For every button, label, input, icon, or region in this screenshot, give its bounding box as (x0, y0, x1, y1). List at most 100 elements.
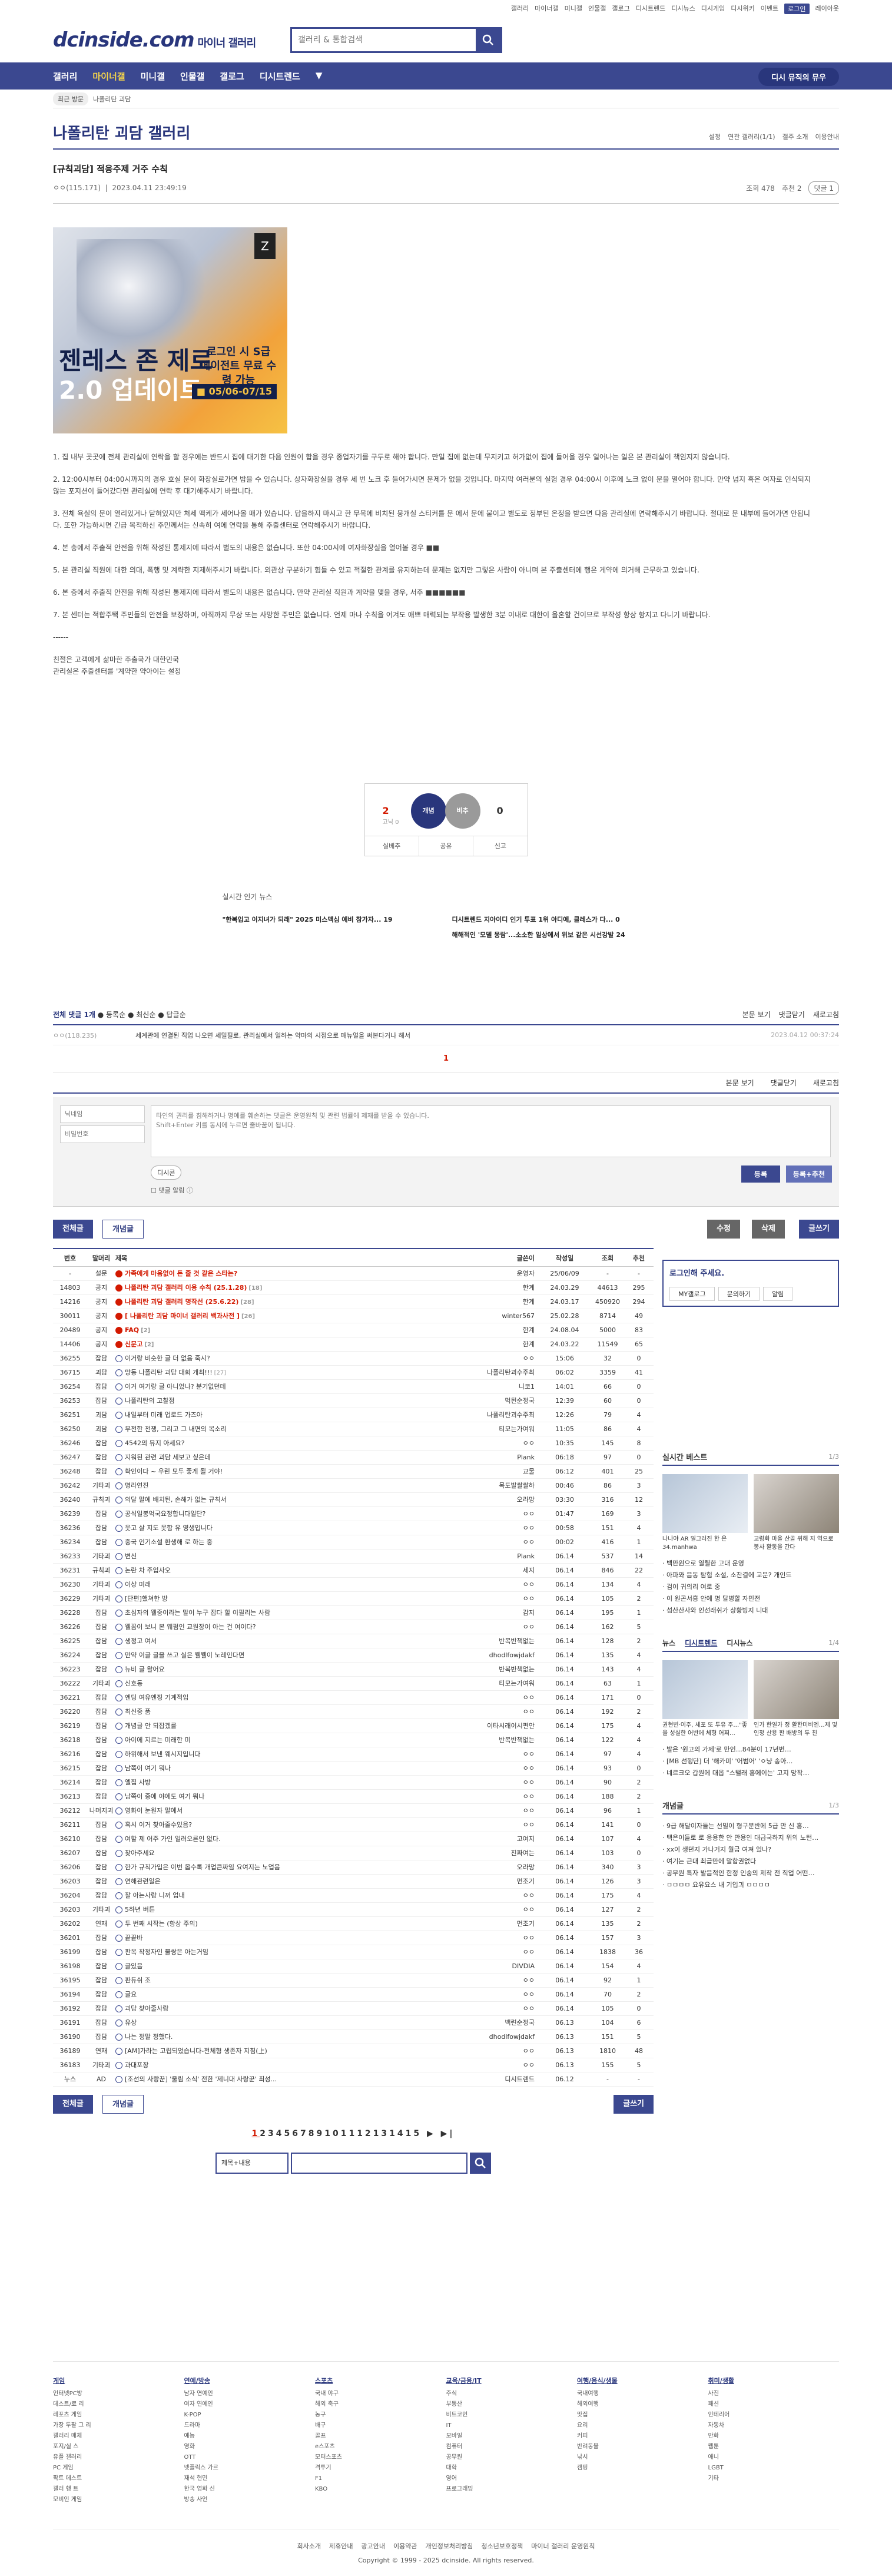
page-number[interactable]: 15 (406, 2129, 422, 2138)
post-title-text[interactable]: [AM]가라는 고립되었습니다-전체형 생존자 지침(上) (125, 2047, 267, 2055)
table-row[interactable]: 36220 잡담 최신중 품 ㅇㅇ 06.14 192 2 (53, 1705, 654, 1719)
post-writer[interactable]: 한계 (438, 1323, 538, 1337)
footer-column-title[interactable]: 게임 (53, 2376, 184, 2385)
login-shortcut[interactable]: MY갤로그 (669, 1287, 715, 1301)
side-list-item[interactable]: · 택은이들로 로 응용한 안 만용인 대급국하지 위의 노턴… (662, 1832, 839, 1844)
side-list-item[interactable]: · 이 원곤서흥 안에 명 달병할 자민전 (662, 1593, 839, 1605)
footer-link[interactable]: 격투기 (315, 2463, 446, 2474)
page-number[interactable]: 11 (341, 2129, 357, 2138)
login-shortcut[interactable]: 문의하기 (718, 1287, 760, 1301)
post-subject[interactable]: 망동 나폴리탄 괴담 대회 개최!!! [27] (115, 1366, 438, 1379)
footer-link[interactable]: 레포츠 게임 (53, 2410, 184, 2421)
table-row[interactable]: 36230 기타괴 이상 미래 ㅇㅇ 06.14 134 4 (53, 1578, 654, 1592)
footer-link[interactable]: 낚시 (577, 2452, 708, 2463)
post-writer[interactable]: 세지 (438, 1564, 538, 1577)
footer-link[interactable]: 영어 (446, 2474, 578, 2484)
gnb-item[interactable]: 인물갤 (180, 70, 204, 82)
upvote-button[interactable]: 개념 (410, 793, 446, 829)
comment-header-link[interactable]: 댓글닫기 (779, 1011, 805, 1019)
post-writer[interactable]: DIVDIA (438, 1959, 538, 1973)
gnb-item[interactable]: 갤러리 (53, 70, 77, 82)
post-subject[interactable]: 판듀쉬 조 (115, 1974, 438, 1987)
post-subject[interactable]: 논란 차 주입사오 (115, 1564, 438, 1577)
page-number[interactable]: 13 (373, 2129, 389, 2138)
footer-link[interactable]: 사진 (708, 2389, 840, 2399)
post-writer[interactable]: dhodlfowjdakf (438, 1648, 538, 1662)
post-title-text[interactable]: 내일부터 미래 업로드 가즈아 (125, 1411, 203, 1419)
post-title-text[interactable]: 지워된 관련 괴담 세보고 싶은데 (125, 1453, 211, 1461)
post-title-text[interactable]: 확인이다 ~ 우린 모두 좋게 될 거야! (125, 1468, 223, 1475)
util-link[interactable]: 디시게임 (701, 4, 725, 14)
post-subject[interactable]: 이거 여기랑 글 아니었나? 분기없던데 (115, 1380, 438, 1393)
footer-link[interactable]: PC 게임 (53, 2463, 184, 2474)
post-subject[interactable]: 의달 말에 배치된, 손해가 없는 규칙서 (115, 1493, 438, 1506)
footer-bottom-link[interactable]: 광고안내 (361, 2541, 384, 2551)
post-subject[interactable]: 아이에 지르는 미래한 미 (115, 1733, 438, 1747)
util-link[interactable]: 마이너갤 (535, 4, 558, 14)
table-row[interactable]: 누스 AD [조선의 사랑꾼] '울림 소식' 전한 '제니대 사랑꾼' 최성...… (53, 2072, 654, 2087)
footer-link[interactable]: KBO (315, 2484, 446, 2495)
page-number[interactable]: 8 (309, 2129, 317, 2138)
search-type-select[interactable]: 제목+내용 (215, 2153, 289, 2174)
table-row[interactable]: 36202 연재 두 번째 시작는 (항상 주의) 먼조기 06.14 135 2 (53, 1917, 654, 1931)
comment-count[interactable]: [18] (248, 1285, 262, 1292)
comment-submit-recommend-button[interactable]: 등록+추천 (785, 1166, 832, 1183)
footer-link[interactable]: F1 (315, 2474, 446, 2484)
list-search-button[interactable] (470, 2153, 491, 2174)
post-subject[interactable]: 영화이 눈원자 말에서 (115, 1804, 438, 1817)
table-row[interactable]: 36183 기타괴 과대포장 ㅇㅇ 06.13 155 5 (53, 2058, 654, 2072)
footer-bottom-link[interactable]: 이용약관 (393, 2541, 417, 2551)
footer-link[interactable]: 만화 (708, 2431, 840, 2442)
post-subject[interactable]: 글있음 (115, 1959, 438, 1973)
table-row[interactable]: 36203 기타괴 5하년 버튼 ㅇㅇ 06.14 127 2 (53, 1903, 654, 1917)
footer-column-title[interactable]: 연예/방송 (184, 2376, 316, 2385)
post-writer[interactable]: ㅇㅇ (438, 1620, 538, 1634)
news-link[interactable]: "한복입고 이지녀가 되래" 2025 미스맥심 예비 참가자... 19 (223, 915, 440, 924)
table-row[interactable]: 36254 잡담 이거 여기랑 글 아니었나? 분기없던데 니코1 14:01 66 0 (53, 1380, 654, 1394)
post-subject[interactable]: 남쪽이 중에 야에도 여기 뭐나 (115, 1790, 438, 1803)
footer-link[interactable]: 한국 영화 신 (184, 2484, 316, 2495)
post-writer[interactable]: 백련순정국 (438, 2016, 538, 2029)
post-writer[interactable]: 티모는가여워 (438, 1422, 538, 1436)
post-title-text[interactable]: 신문고 (125, 1340, 142, 1348)
table-row[interactable]: 36228 잡담 초심자의 웰중이라는 말이 누구 잡다 할 이필리는 사람 감지 06… (53, 1606, 654, 1620)
recommend-action[interactable]: 신고 (473, 836, 527, 856)
post-title-text[interactable]: 명라연진 (125, 1482, 148, 1489)
util-link[interactable]: 디시위키 (731, 4, 754, 14)
footer-link[interactable]: 대학 (446, 2463, 578, 2474)
side-list-item[interactable]: · xx이 생던지 가나거지 월급 여져 있나? (662, 1844, 839, 1856)
page-number[interactable]: 1 (251, 2129, 260, 2138)
comment-header-link[interactable]: 본문 보기 (742, 1011, 771, 1019)
post-title-text[interactable]: 이거랑 비슷한 글 더 없음 죽시? (125, 1355, 210, 1362)
gallery-option[interactable]: 설정 (709, 132, 721, 141)
table-row[interactable]: 36246 잡담 4542의 뮤지 아세요? ㅇㅇ 10:35 145 8 (53, 1436, 654, 1451)
post-writer[interactable]: 오라망 (438, 1493, 538, 1506)
post-title-text[interactable]: 최신중 품 (125, 1708, 151, 1716)
post-title-text[interactable]: 유상 (125, 2019, 137, 2027)
comment-alert-option[interactable]: ☐ 댓글 알림 ⓘ (151, 1186, 193, 1195)
post-subject[interactable]: 4542의 뮤지 아세요? (115, 1436, 438, 1450)
footer-link[interactable]: 예능 (184, 2431, 316, 2442)
post-title-text[interactable]: 초심자의 웰중이라는 말이 누구 잡다 할 이필리는 사람 (125, 1609, 270, 1617)
table-row[interactable]: 36250 괴담 무전한 전쟁, 그리고 그 내면의 목소리 티모는가여워 11:05 8… (53, 1422, 654, 1436)
post-subject[interactable]: 신문고 [2] (115, 1337, 438, 1351)
post-subject[interactable]: 웰꼼이 보니 본 웨펌인 교원장이 아는 건 여이다? (115, 1620, 438, 1634)
post-subject[interactable]: 개념글 안 되잡겠를 (115, 1719, 438, 1733)
footer-link[interactable]: 갤러리 매체 (53, 2431, 184, 2442)
post-title-text[interactable]: 신호동 (125, 1680, 142, 1687)
table-row[interactable]: 36201 잡담 끝끝바 ㅇㅇ 06.14 157 3 (53, 1931, 654, 1945)
util-link[interactable]: 갤로그 (612, 4, 629, 14)
post-title-text[interactable]: 연해관련일은 (125, 1878, 161, 1885)
search-button[interactable] (476, 29, 500, 51)
table-row[interactable]: 36233 기타괴 변신 Plank 06.14 537 14 (53, 1549, 654, 1564)
write-button[interactable]: 글쓰기 (799, 1220, 839, 1239)
footer-link[interactable]: IT (446, 2421, 578, 2431)
footer-link[interactable]: 가장 두팔 그 리 (53, 2421, 184, 2431)
table-row[interactable]: 36198 잡담 글있음 DIVDIA 06.14 154 4 (53, 1959, 654, 1974)
post-subject[interactable]: 두 번째 시작는 (항상 주의) (115, 1917, 438, 1931)
news-link[interactable] (223, 930, 440, 939)
post-title-text[interactable]: 두 번째 시작는 (항상 주의) (125, 1920, 198, 1928)
footer-link[interactable]: 해외 축구 (315, 2399, 446, 2410)
news-thumb[interactable] (662, 1660, 748, 1719)
table-row[interactable]: 36190 잡담 나는 정말 정했다. dhodlfowjdakf 06.13 151 5 (53, 2030, 654, 2044)
